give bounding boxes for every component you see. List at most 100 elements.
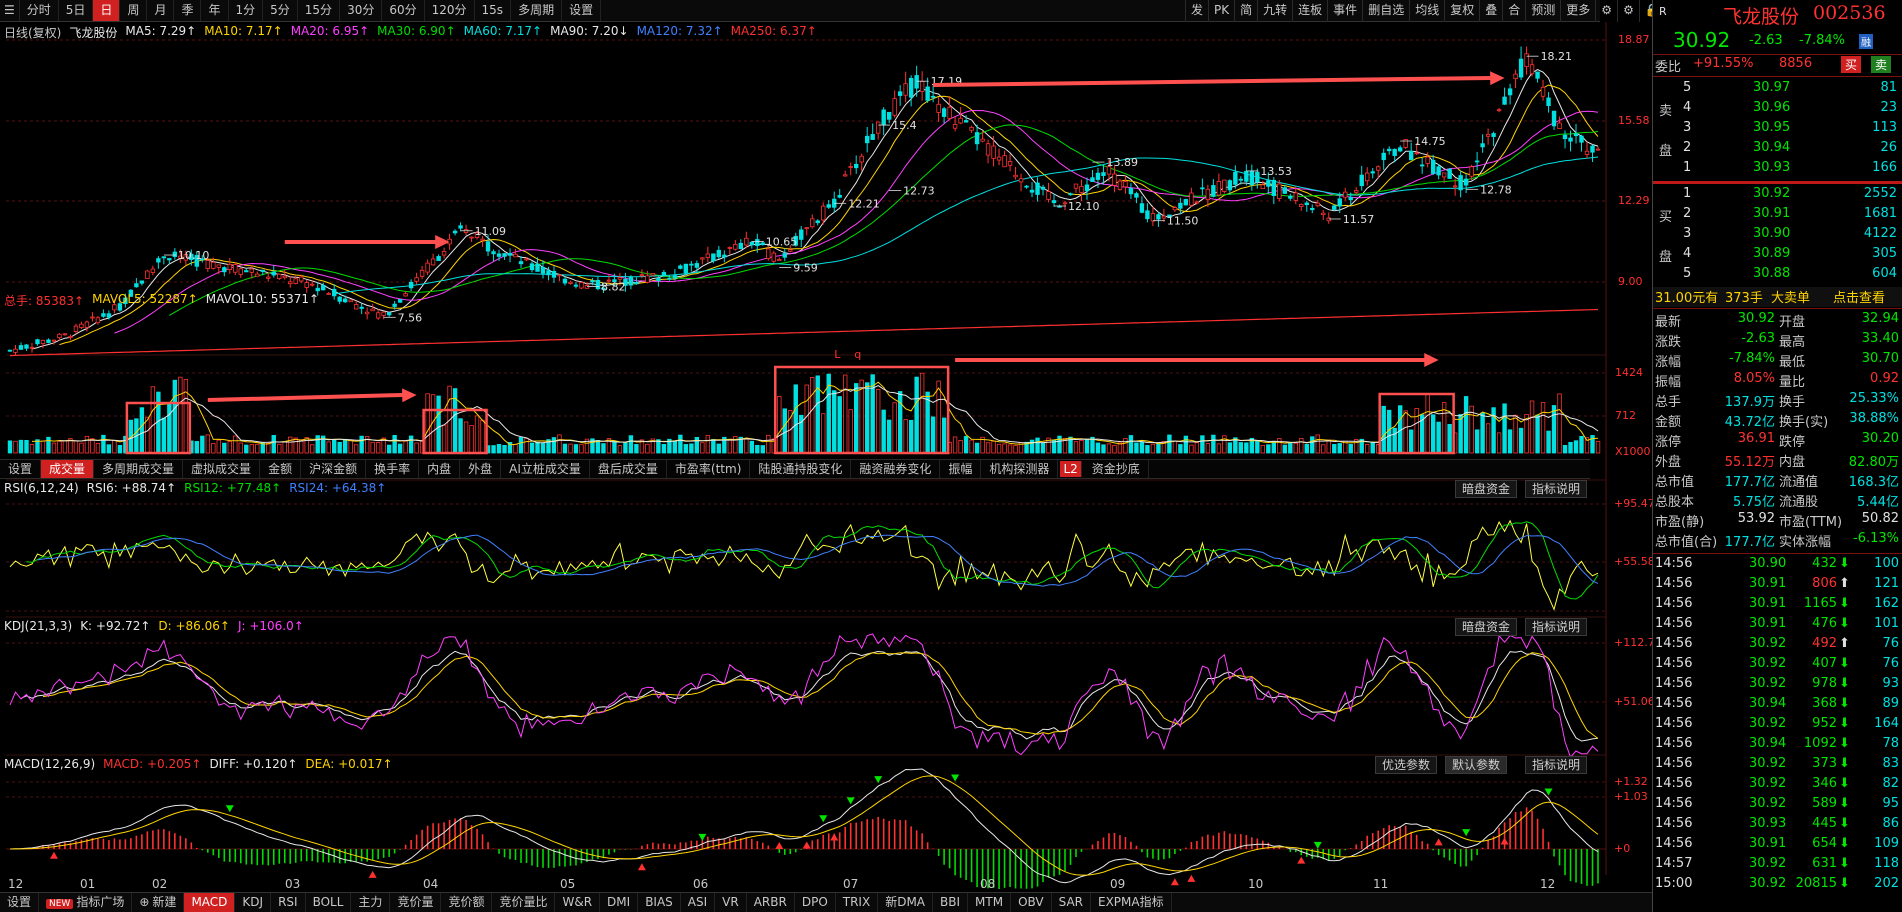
- indicator-tab-5[interactable]: 沪深金额: [301, 460, 367, 478]
- ask-row-2[interactable]: 2 30.94 26: [1653, 140, 1902, 160]
- macd-sell-arrow-icon: [698, 833, 707, 841]
- candle-body: [1249, 171, 1255, 186]
- big-order-link[interactable]: 点击查看: [1833, 287, 1885, 306]
- rsi-dark-fund-button[interactable]: 暗盘资金: [1455, 480, 1518, 498]
- bottom-tab-15[interactable]: VR: [715, 893, 747, 912]
- bid-row-2[interactable]: 2 30.91 1681: [1653, 206, 1902, 226]
- volume-bar: [1277, 438, 1282, 454]
- candle-body: [804, 227, 809, 230]
- bottom-tab-22[interactable]: OBV: [1011, 893, 1052, 912]
- buy-button[interactable]: 买: [1841, 56, 1862, 73]
- ask-row-3[interactable]: 3 30.95 113: [1653, 120, 1902, 140]
- indicator-tab-14[interactable]: 振幅: [940, 460, 982, 478]
- ask-row-5[interactable]: 5 30.97 81: [1653, 80, 1902, 100]
- big-order-row[interactable]: 31.00元有 373手 大卖单 点击查看: [1653, 287, 1902, 307]
- tick-volume: 806: [1812, 576, 1837, 591]
- indicator-tab-11[interactable]: 市盈率(ttm): [667, 460, 751, 478]
- indicator-tab-8[interactable]: 外盘: [460, 460, 502, 478]
- rsi-help-button[interactable]: 指标说明: [1525, 480, 1588, 498]
- x-tick-10: 10: [1248, 877, 1264, 891]
- bottom-tab-5[interactable]: RSI: [271, 893, 306, 912]
- candle-body: [255, 273, 260, 277]
- tick-count: 101: [1874, 616, 1899, 631]
- bottom-tab-6[interactable]: BOLL: [306, 893, 352, 912]
- macd-optimal-params-button[interactable]: 优选参数: [1375, 756, 1438, 774]
- bottom-tab-19[interactable]: 新DMA: [878, 893, 934, 912]
- volume-bar: [310, 444, 315, 454]
- bottom-tab-16[interactable]: ARBR: [747, 893, 795, 912]
- candle-body: [919, 81, 925, 92]
- bottom-tab-10[interactable]: 竞价量比: [492, 893, 556, 912]
- volume-bar: [1485, 423, 1491, 454]
- candle-body: [1343, 191, 1348, 198]
- bottom-tab-0[interactable]: 设置: [0, 893, 40, 912]
- candle-body: [1480, 143, 1485, 148]
- bottom-tab-23[interactable]: SAR: [1052, 893, 1091, 912]
- bid-row-3[interactable]: 3 30.90 4122: [1653, 226, 1902, 246]
- macd-default-params-button[interactable]: 默认参数: [1445, 756, 1508, 774]
- indicator-tab-13[interactable]: 融资融券变化: [851, 460, 941, 478]
- indicator-tab-0[interactable]: 设置: [0, 460, 42, 478]
- bottom-tab-3[interactable]: MACD: [184, 893, 236, 912]
- bid-row-4[interactable]: 4 30.89 305: [1653, 246, 1902, 266]
- bottom-tab-14[interactable]: ASI: [681, 893, 716, 912]
- bottom-tab-20[interactable]: BBI: [933, 893, 969, 912]
- kdj-dark-fund-button[interactable]: 暗盘资金: [1455, 618, 1518, 636]
- volume-mark-0: L: [834, 348, 841, 361]
- bottom-tab-17[interactable]: DPO: [795, 893, 836, 912]
- indicator-tab-4[interactable]: 金额: [260, 460, 302, 478]
- bottom-tab-label: MACD: [191, 895, 228, 909]
- bottom-tab-2[interactable]: ⊕ 新建: [132, 893, 185, 912]
- bottom-tab-24[interactable]: EXPMA指标: [1091, 893, 1172, 912]
- bottom-tab-7[interactable]: 主力: [351, 893, 391, 912]
- indicator-tab-1[interactable]: 成交量: [41, 460, 95, 478]
- tick-time: 14:56: [1655, 756, 1693, 771]
- candle-body: [908, 77, 914, 98]
- candle-body: [1271, 179, 1277, 196]
- bottom-tab-21[interactable]: MTM: [968, 893, 1012, 912]
- stat-label: 最新: [1655, 315, 1682, 330]
- indicator-tab-16[interactable]: L2: [1060, 461, 1082, 477]
- candle-body: [650, 273, 656, 276]
- indicator-tab-12[interactable]: 陆股通持股变化: [750, 460, 852, 478]
- bid-row-5[interactable]: 5 30.88 604: [1653, 266, 1902, 286]
- candlestick-chart[interactable]: 10.1011.098.8210.659.5915.412.2112.7317.…: [0, 0, 1652, 912]
- stat-label: 最高: [1779, 335, 1806, 350]
- candle-body: [886, 111, 892, 120]
- ask-row-1[interactable]: 1 30.93 166: [1653, 160, 1902, 180]
- tick-time: 14:56: [1655, 836, 1693, 851]
- candle-body: [1051, 200, 1057, 204]
- candle-body: [1310, 207, 1315, 211]
- candle-body: [1513, 73, 1518, 80]
- kdj-help-button[interactable]: 指标说明: [1525, 618, 1588, 636]
- indicator-tab-7[interactable]: 内盘: [419, 460, 461, 478]
- bottom-tab-4[interactable]: KDJ: [235, 893, 272, 912]
- indicator-tab-9[interactable]: AI立桩成交量: [501, 460, 590, 478]
- new-badge: NEW: [46, 899, 74, 909]
- indicator-tab-17[interactable]: 资金抄底: [1084, 460, 1149, 478]
- bottom-tab-1[interactable]: NEW 指标广场: [39, 893, 133, 912]
- bottom-tab-12[interactable]: DMI: [600, 893, 639, 912]
- tick-count: 86: [1882, 816, 1899, 831]
- bid-row-1[interactable]: 1 30.92 2552: [1653, 186, 1902, 206]
- candle-body: [293, 278, 298, 284]
- indicator-tab-15[interactable]: 机构探测器: [981, 460, 1059, 478]
- volume-bar: [194, 441, 200, 454]
- macd-help-button[interactable]: 指标说明: [1525, 756, 1588, 774]
- bottom-tab-13[interactable]: BIAS: [638, 893, 681, 912]
- indicator-tab-6[interactable]: 换手率: [366, 460, 420, 478]
- tick-volume: 1165: [1803, 596, 1837, 611]
- indicator-tab-10[interactable]: 盘后成交量: [590, 460, 667, 478]
- candle-body: [705, 253, 711, 258]
- bottom-tab-11[interactable]: W&R: [555, 893, 601, 912]
- candle-body: [1365, 172, 1370, 182]
- indicator-tab-3[interactable]: 虚拟成交量: [183, 460, 261, 478]
- candle-body: [749, 241, 754, 246]
- ask-row-4[interactable]: 4 30.96 23: [1653, 100, 1902, 120]
- bottom-tab-8[interactable]: 竞价量: [390, 893, 442, 912]
- indicator-tab-2[interactable]: 多周期成交量: [94, 460, 184, 478]
- bottom-tab-18[interactable]: TRIX: [836, 893, 879, 912]
- volume-bar: [1084, 438, 1090, 454]
- sell-button[interactable]: 卖: [1871, 56, 1892, 73]
- bottom-tab-9[interactable]: 竞价额: [441, 893, 493, 912]
